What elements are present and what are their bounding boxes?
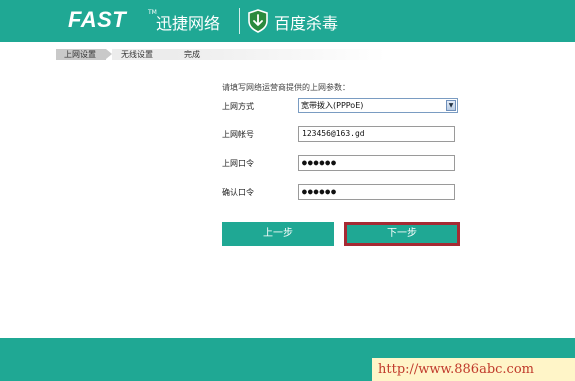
partner-name: 百度杀毒 xyxy=(274,14,339,33)
confirm-password-input[interactable]: ●●●●●● xyxy=(298,184,455,200)
form-intro: 请填写网络运营商提供的上网参数： xyxy=(222,83,350,92)
fast-logo: FAST xyxy=(68,7,127,32)
connection-type-value: 宽带拨入(PPPoE) xyxy=(301,101,364,110)
password-label: 上网口令 xyxy=(222,159,254,168)
confirm-password-label: 确认口令 xyxy=(222,188,254,197)
account-label: 上网帐号 xyxy=(222,130,254,139)
header-divider xyxy=(239,8,240,34)
header-bar: FAST TM 迅捷网络 百度杀毒 xyxy=(0,0,575,42)
step-internet-settings: 上网设置 xyxy=(56,49,106,60)
connection-type-select[interactable]: 宽带拨入(PPPoE) ▼ xyxy=(298,98,458,113)
connection-type-label: 上网方式 xyxy=(222,102,254,111)
step-finish: 完成 xyxy=(172,49,386,60)
watermark: http://www.886abc.com xyxy=(372,358,575,381)
baidu-shield-icon xyxy=(248,9,268,33)
wizard-steps: 上网设置 无线设置 完成 xyxy=(56,49,386,60)
prev-button[interactable]: 上一步 xyxy=(222,222,334,246)
account-input[interactable]: 123456@163.gd xyxy=(298,126,455,142)
step-wireless-settings: 无线设置 xyxy=(112,49,172,60)
password-input[interactable]: ●●●●●● xyxy=(298,155,455,171)
chevron-down-icon[interactable]: ▼ xyxy=(446,100,456,111)
brand-name: 迅捷网络 xyxy=(156,14,221,33)
next-button[interactable]: 下一步 xyxy=(344,222,460,246)
